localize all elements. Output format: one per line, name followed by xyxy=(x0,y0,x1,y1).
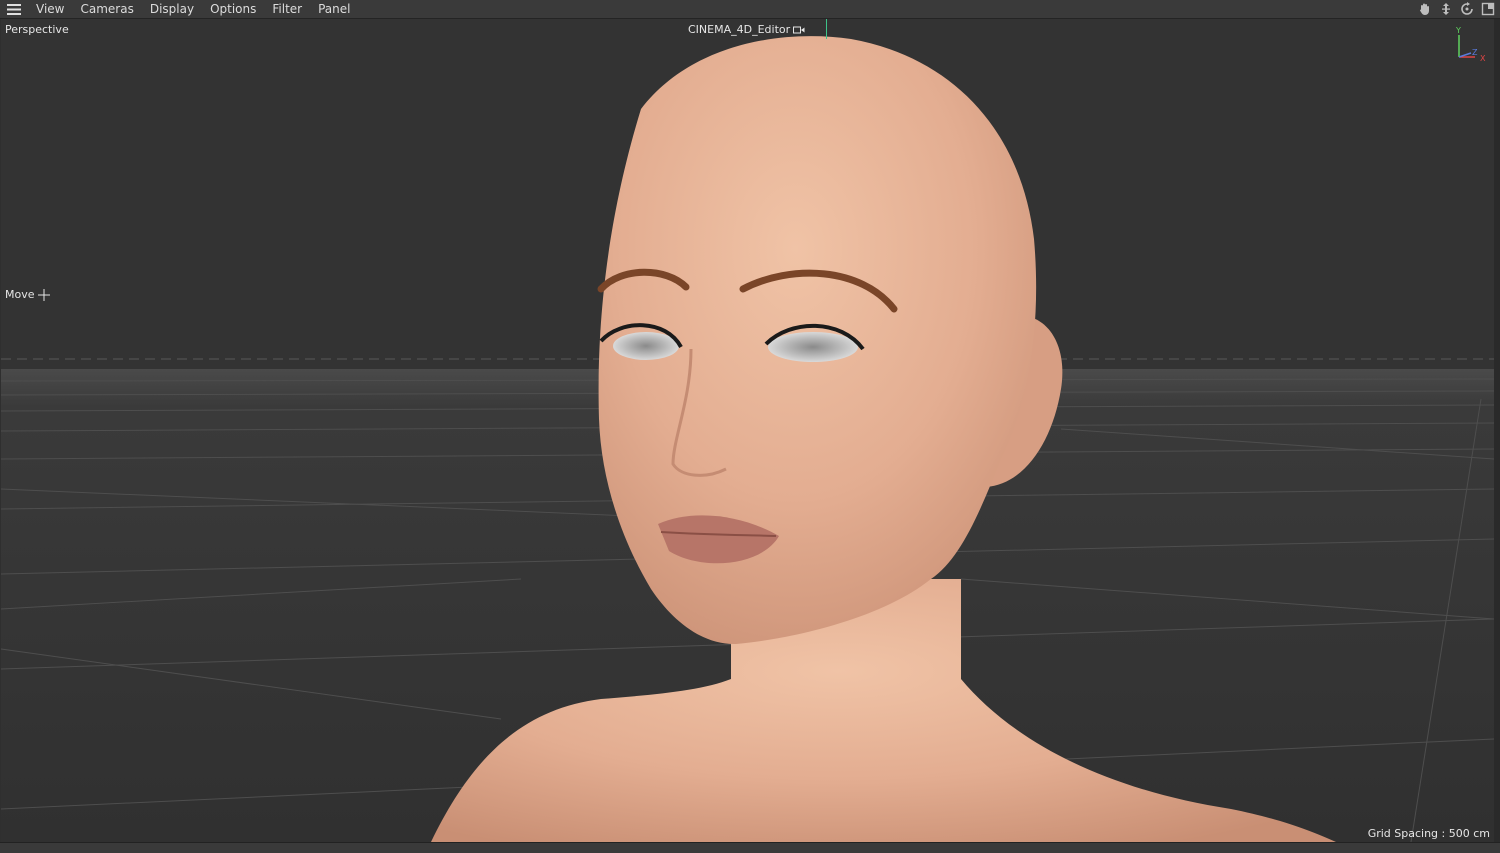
move-vertical-icon[interactable] xyxy=(1438,1,1454,17)
cinema4d-viewport-window: View Cameras Display Options Filter Pane… xyxy=(0,0,1500,853)
hand-pan-icon[interactable] xyxy=(1417,1,1433,17)
menu-cameras[interactable]: Cameras xyxy=(72,0,141,18)
menu-options[interactable]: Options xyxy=(202,0,264,18)
axis-y-label: Y xyxy=(1455,26,1461,35)
3d-viewport[interactable]: Perspective CINEMA_4D_Editor Y Z X Move … xyxy=(1,19,1494,842)
axis-gizmo: Y Z X xyxy=(1455,26,1486,63)
menu-panel[interactable]: Panel xyxy=(310,0,358,18)
viewport-right-edge xyxy=(1494,19,1500,842)
viewport-nav-icons xyxy=(1417,0,1496,18)
move-tool-icon xyxy=(37,288,50,301)
grid-spacing-label: Grid Spacing : 500 cm xyxy=(1367,827,1490,840)
view-name-label[interactable]: Perspective xyxy=(5,23,69,36)
hamburger-icon xyxy=(7,3,21,15)
maximize-icon[interactable] xyxy=(1480,1,1496,17)
camera-name-label: CINEMA_4D_Editor xyxy=(688,23,791,36)
tool-name: Move xyxy=(5,288,35,301)
menu-view[interactable]: View xyxy=(28,0,72,18)
camera-name[interactable]: CINEMA_4D_Editor xyxy=(688,23,805,36)
left-eye xyxy=(613,332,679,360)
viewport-bottom-bar xyxy=(0,842,1500,853)
menu-icon[interactable] xyxy=(0,0,28,18)
axis-z-label: Z xyxy=(1472,48,1478,57)
camera-icon xyxy=(793,26,805,33)
rotate-icon[interactable] xyxy=(1459,1,1475,17)
active-tool-label: Move xyxy=(5,288,50,301)
viewport-menubar: View Cameras Display Options Filter Pane… xyxy=(0,0,1500,19)
viewport-scene xyxy=(1,36,1494,842)
menu-filter[interactable]: Filter xyxy=(264,0,310,18)
safe-frame-marker xyxy=(826,19,827,39)
menu-display[interactable]: Display xyxy=(142,0,202,18)
axis-x-label: X xyxy=(1480,54,1486,63)
right-eye xyxy=(768,332,858,362)
